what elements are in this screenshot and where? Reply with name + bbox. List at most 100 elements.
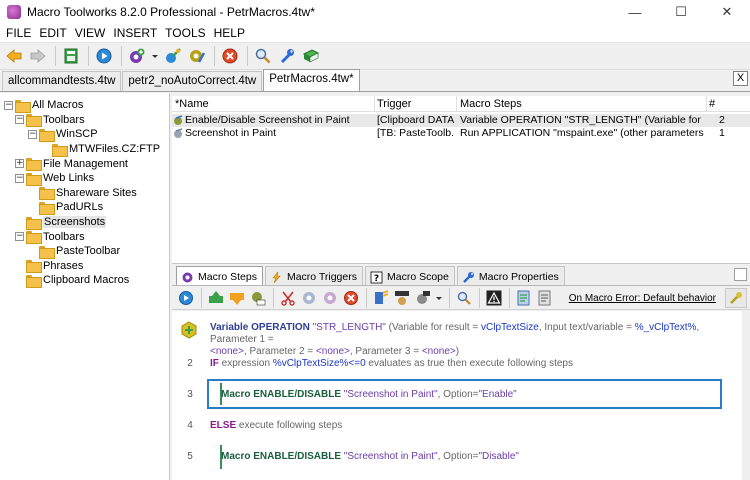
on-macro-error-link[interactable]: On Macro Error: Default behavior [569, 293, 716, 304]
insert-step-button[interactable] [227, 288, 247, 308]
tree-item-pastetoolbar[interactable]: PasteToolbar [39, 244, 120, 259]
column-header-steps[interactable]: Macro Steps [460, 98, 522, 110]
arrow-left-icon [6, 49, 22, 63]
forward-button[interactable] [27, 45, 49, 67]
tree-item-phrases[interactable]: Phrases [26, 259, 83, 274]
maximize-button[interactable]: ☐ [658, 0, 704, 24]
column-header-trigger[interactable]: Trigger [377, 98, 411, 110]
tree-item-mtwfiles[interactable]: MTWFiles.CZ:FTP [52, 142, 160, 157]
new-macro-button[interactable] [126, 45, 148, 67]
delete-step-button[interactable] [341, 288, 361, 308]
tab-macro-triggers[interactable]: Macro Triggers [264, 266, 363, 285]
command-library-button[interactable] [248, 288, 268, 308]
close-file-button[interactable]: X [733, 71, 748, 86]
add-step-button[interactable] [206, 288, 226, 308]
step-5[interactable]: Macro ENABLE/DISABLE "Screenshot in Pain… [221, 451, 721, 463]
step-3[interactable]: Macro ENABLE/DISABLE "Screenshot in Pain… [221, 389, 721, 401]
settings-button[interactable] [276, 45, 298, 67]
menu-edit[interactable]: EDIT [36, 26, 69, 40]
step-1[interactable]: Variable OPERATION "STR_LENGTH" (Variabl… [210, 322, 730, 358]
tree-item-toolbars[interactable]: − Toolbars [15, 113, 85, 128]
new-macro-dropdown[interactable] [150, 45, 160, 67]
expand-all-button[interactable] [514, 288, 534, 308]
step-text: expression [218, 358, 273, 369]
column-header-name[interactable]: *Name [175, 98, 209, 110]
tree-item-clipboard-macros[interactable]: Clipboard Macros [26, 273, 129, 288]
tree-item-shareware-sites[interactable]: Shareware Sites [39, 186, 137, 201]
step-2[interactable]: IF expression %vClpTextSize%<=0 evaluate… [210, 358, 730, 370]
tab-macro-scope[interactable]: ? Macro Scope [364, 266, 455, 285]
tree-item-winscp[interactable]: − WinSCP [28, 127, 98, 142]
menu-view[interactable]: VIEW [72, 26, 109, 40]
file-tab[interactable]: petr2_noAutoCorrect.4tw [122, 71, 263, 91]
book-icon [302, 49, 320, 63]
macro-wizard-button[interactable] [162, 45, 184, 67]
tree-item-padurls[interactable]: PadURLs [39, 200, 103, 215]
collapse-all-button[interactable] [535, 288, 555, 308]
minimize-button[interactable]: — [612, 0, 658, 24]
menu-help[interactable]: HELP [211, 26, 248, 40]
file-tab-bar: allcommandtests.4tw petr2_noAutoCorrect.… [0, 69, 750, 92]
column-header-count[interactable]: # [709, 98, 715, 110]
search-button[interactable] [252, 45, 274, 67]
tree-item-web-links[interactable]: − Web Links [15, 171, 94, 186]
toolbar-separator [88, 46, 89, 66]
macro-step-count: 2 [719, 114, 725, 126]
steps-scrollbar[interactable] [742, 311, 750, 480]
step-mode-dropdown[interactable] [434, 288, 444, 308]
tab-macro-steps[interactable]: Macro Steps [176, 266, 263, 285]
tree-item-screenshots[interactable]: Screenshots [26, 215, 107, 230]
column-divider[interactable] [456, 96, 457, 112]
expand-toggle[interactable]: + [15, 159, 24, 169]
document-icon [517, 290, 530, 305]
run-macro-button[interactable] [93, 45, 115, 67]
tab-macro-properties[interactable]: Macro Properties [456, 266, 565, 285]
enable-steps-button[interactable] [371, 288, 391, 308]
tree-item-label: Clipboard Macros [43, 274, 130, 287]
tree-item-toolbars-2[interactable]: − Toolbars [15, 229, 85, 245]
step-number: 4 [187, 420, 193, 431]
menu-file[interactable]: FILE [3, 26, 34, 40]
pane-menu-button[interactable] [734, 268, 747, 281]
start-step-button[interactable] [392, 288, 412, 308]
run-step-button[interactable] [176, 288, 196, 308]
collapse-toggle[interactable]: − [15, 173, 24, 183]
menu-insert[interactable]: INSERT [110, 26, 160, 40]
back-button[interactable] [3, 45, 25, 67]
step-4[interactable]: ELSE execute following steps [210, 420, 730, 432]
help-book-button[interactable] [300, 45, 322, 67]
cut-button[interactable] [278, 288, 298, 308]
tree-item-label: WinSCP [56, 128, 98, 141]
error-settings-button[interactable] [725, 288, 747, 308]
tree-item-file-management[interactable]: + File Management [15, 156, 128, 172]
menu-tools[interactable]: TOOLS [162, 26, 208, 40]
tree-item-all-macros[interactable]: − All Macros [4, 98, 83, 113]
step-mode-button[interactable] [413, 288, 433, 308]
step-value: <none> [210, 346, 244, 357]
step-text: (Variable for result = [388, 322, 481, 333]
delete-macro-button[interactable] [219, 45, 241, 67]
folder-icon [39, 128, 55, 142]
save-button[interactable] [60, 45, 82, 67]
paste-button[interactable] [320, 288, 340, 308]
file-tab[interactable]: allcommandtests.4tw [2, 71, 122, 91]
wand-icon [166, 48, 181, 63]
macro-row[interactable]: Screenshot in Paint [TB: PasteToolb... R… [172, 127, 750, 140]
step-string: "Screenshot in Paint" [343, 389, 438, 400]
macro-steps-editor: Variable OPERATION "STR_LENGTH" (Variabl… [172, 311, 742, 480]
column-divider[interactable] [374, 96, 375, 112]
copy-button[interactable] [299, 288, 319, 308]
close-window-button[interactable]: ✕ [704, 0, 750, 24]
warning-button[interactable] [484, 288, 504, 308]
column-divider[interactable] [706, 96, 707, 112]
macro-properties-button[interactable] [186, 45, 208, 67]
file-tab-active[interactable]: PetrMacros.4tw* [263, 69, 360, 91]
tree-item-label: Screenshots [43, 216, 107, 229]
collapse-toggle[interactable]: − [15, 232, 24, 242]
collapse-toggle[interactable]: − [28, 129, 37, 139]
collapse-toggle[interactable]: − [4, 100, 13, 110]
macro-row[interactable]: Enable/Disable Screenshot in Paint [Clip… [172, 114, 750, 127]
collapse-toggle[interactable]: − [15, 115, 24, 125]
macro-detail-tabs: Macro Steps Macro Triggers ? Macro Scope… [172, 266, 750, 286]
find-step-button[interactable] [454, 288, 474, 308]
